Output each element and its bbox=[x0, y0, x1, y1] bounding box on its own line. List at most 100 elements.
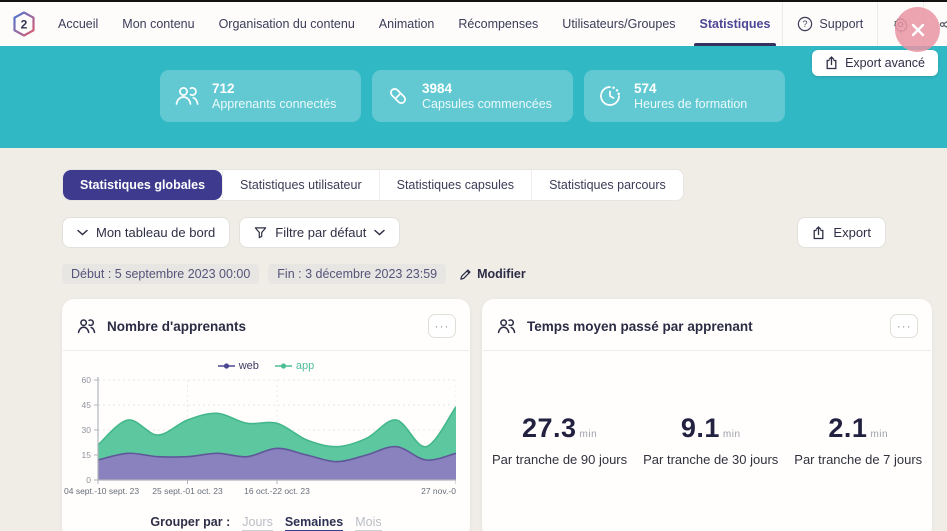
card-title: Nombre d'apprenants bbox=[107, 319, 419, 334]
export-icon bbox=[812, 226, 825, 240]
svg-text:16 oct.-22 oct. 23: 16 oct.-22 oct. 23 bbox=[244, 486, 310, 496]
filter-row: Mon tableau de bord Filtre par défaut Ex… bbox=[62, 217, 947, 248]
modify-label: Modifier bbox=[477, 267, 526, 281]
divider bbox=[483, 350, 931, 351]
filter-select[interactable]: Filtre par défaut bbox=[239, 217, 400, 248]
screen: 2 Accueil Mon contenu Organisation du co… bbox=[0, 0, 947, 531]
svg-text:?: ? bbox=[803, 19, 808, 29]
stat-value: 27.3min bbox=[492, 413, 627, 444]
cards-row: Nombre d'apprenants ··· web app 0 15 30 45 bbox=[62, 299, 947, 531]
stat-unit: min bbox=[870, 429, 888, 440]
tab-statistiques-globales[interactable]: Statistiques globales bbox=[63, 170, 222, 200]
chart-canvas: 01530456004 sept.-10 sept. 2325 sept.-01… bbox=[62, 374, 470, 509]
question-icon: ? bbox=[797, 16, 813, 32]
legend-item-web[interactable]: web bbox=[218, 360, 259, 372]
stat-card-training-hours: 574 Heures de formation bbox=[584, 70, 785, 122]
tab-statistiques-utilisateur[interactable]: Statistiques utilisateur bbox=[222, 170, 379, 200]
chevron-down-icon bbox=[374, 229, 385, 236]
svg-text:45: 45 bbox=[82, 400, 92, 410]
pencil-icon bbox=[459, 268, 472, 281]
export-advanced-button[interactable]: Export avancé bbox=[812, 50, 938, 76]
stat-label: Capsules commencées bbox=[422, 97, 552, 112]
support-button[interactable]: ? Support bbox=[782, 2, 877, 46]
nav-mon-contenu[interactable]: Mon contenu bbox=[110, 2, 206, 46]
nav-recompenses[interactable]: Récompenses bbox=[446, 2, 550, 46]
card-menu-button[interactable]: ··· bbox=[428, 314, 456, 338]
group-by-jours[interactable]: Jours bbox=[242, 515, 273, 531]
stat-label: Apprenants connectés bbox=[212, 97, 336, 112]
dashboard-select[interactable]: Mon tableau de bord bbox=[62, 217, 230, 248]
card-header: Temps moyen passé par apprenant ··· bbox=[482, 299, 932, 350]
tab-statistiques-parcours[interactable]: Statistiques parcours bbox=[531, 170, 683, 200]
modify-dates-button[interactable]: Modifier bbox=[459, 267, 526, 281]
group-by-row: Grouper par : Jours Semaines Mois bbox=[62, 515, 470, 531]
group-by-semaines[interactable]: Semaines bbox=[285, 515, 343, 531]
time-stat-30-days: 9.1min Par tranche de 30 jours bbox=[643, 413, 778, 467]
export-icon bbox=[825, 56, 838, 70]
app-logo[interactable]: 2 bbox=[0, 2, 46, 46]
main-content: Statistiques globales Statistiques utili… bbox=[0, 148, 947, 531]
stat-value: 574 bbox=[634, 80, 747, 98]
export-button-label: Export bbox=[833, 225, 871, 240]
main-nav: Accueil Mon contenu Organisation du cont… bbox=[46, 2, 782, 46]
gear-icon bbox=[892, 16, 909, 33]
svg-text:15: 15 bbox=[82, 450, 92, 460]
nav-organisation-du-contenu[interactable]: Organisation du contenu bbox=[207, 2, 367, 46]
stat-caption: Par tranche de 90 jours bbox=[492, 452, 627, 467]
date-end-badge: Fin : 3 décembre 2023 23:59 bbox=[268, 264, 446, 284]
filter-icon bbox=[254, 226, 267, 239]
legend-item-app[interactable]: app bbox=[275, 360, 314, 372]
stat-caption: Par tranche de 7 jours bbox=[794, 452, 922, 467]
nav-animation[interactable]: Animation bbox=[367, 2, 447, 46]
time-stat-7-days: 2.1min Par tranche de 7 jours bbox=[794, 413, 922, 467]
share-nodes-icon bbox=[938, 16, 947, 33]
svg-text:25 sept.-01 oct. 23: 25 sept.-01 oct. 23 bbox=[152, 486, 223, 496]
divider bbox=[63, 350, 469, 351]
nav-statistiques[interactable]: Statistiques bbox=[688, 2, 783, 46]
stat-caption: Par tranche de 30 jours bbox=[643, 452, 778, 467]
export-advanced-label: Export avancé bbox=[845, 56, 925, 70]
svg-text:2: 2 bbox=[21, 18, 28, 32]
card-temps-moyen: Temps moyen passé par apprenant ··· 27.3… bbox=[482, 299, 932, 531]
legend-marker-web bbox=[218, 362, 235, 370]
svg-text:30: 30 bbox=[82, 425, 92, 435]
card-header: Nombre d'apprenants ··· bbox=[62, 299, 470, 350]
area-chart: 01530456004 sept.-10 sept. 2325 sept.-01… bbox=[62, 372, 470, 509]
users-icon bbox=[76, 318, 98, 335]
stat-value: 712 bbox=[212, 80, 336, 98]
tab-statistiques-capsules[interactable]: Statistiques capsules bbox=[379, 170, 531, 200]
nav-utilisateurs-groupes[interactable]: Utilisateurs/Groupes bbox=[550, 2, 687, 46]
banner-stat-cards: 712 Apprenants connectés 3984 Capsules c… bbox=[160, 70, 785, 122]
card-nombre-apprenants: Nombre d'apprenants ··· web app 0 15 30 45 bbox=[62, 299, 470, 531]
topbar-right: ? Support bbox=[782, 2, 947, 46]
legend-label: app bbox=[296, 360, 314, 372]
time-stat-90-days: 27.3min Par tranche de 90 jours bbox=[492, 413, 627, 467]
filter-select-label: Filtre par défaut bbox=[275, 225, 366, 240]
support-label: Support bbox=[819, 17, 863, 31]
stat-unit: min bbox=[580, 429, 598, 440]
group-by-label: Grouper par : bbox=[150, 515, 230, 529]
nav-accueil[interactable]: Accueil bbox=[46, 2, 110, 46]
stat-unit: min bbox=[723, 429, 741, 440]
stat-card-capsules-started: 3984 Capsules commencées bbox=[372, 70, 573, 122]
card-menu-button[interactable]: ··· bbox=[890, 314, 918, 338]
stat-value: 9.1min bbox=[643, 413, 778, 444]
svg-text:0: 0 bbox=[86, 475, 91, 485]
share-nodes-button[interactable] bbox=[923, 2, 947, 46]
dashboard-select-label: Mon tableau de bord bbox=[96, 225, 215, 240]
card-title: Temps moyen passé par apprenant bbox=[527, 319, 881, 334]
stats-tabs: Statistiques globales Statistiques utili… bbox=[62, 169, 684, 201]
clock-icon bbox=[598, 84, 622, 108]
chart-legend: web app bbox=[62, 360, 470, 372]
chevron-down-icon bbox=[77, 229, 88, 236]
stats-banner: 712 Apprenants connectés 3984 Capsules c… bbox=[0, 46, 947, 148]
export-button[interactable]: Export bbox=[797, 217, 886, 248]
topbar: 2 Accueil Mon contenu Organisation du co… bbox=[0, 2, 947, 46]
settings-button[interactable] bbox=[877, 2, 923, 46]
svg-text:04 sept.-10 sept. 23: 04 sept.-10 sept. 23 bbox=[64, 486, 139, 496]
date-range-row: Début : 5 septembre 2023 00:00 Fin : 3 d… bbox=[62, 264, 947, 284]
users-icon bbox=[496, 318, 518, 335]
stat-value: 3984 bbox=[422, 80, 552, 98]
group-by-mois[interactable]: Mois bbox=[355, 515, 381, 531]
legend-label: web bbox=[239, 360, 259, 372]
